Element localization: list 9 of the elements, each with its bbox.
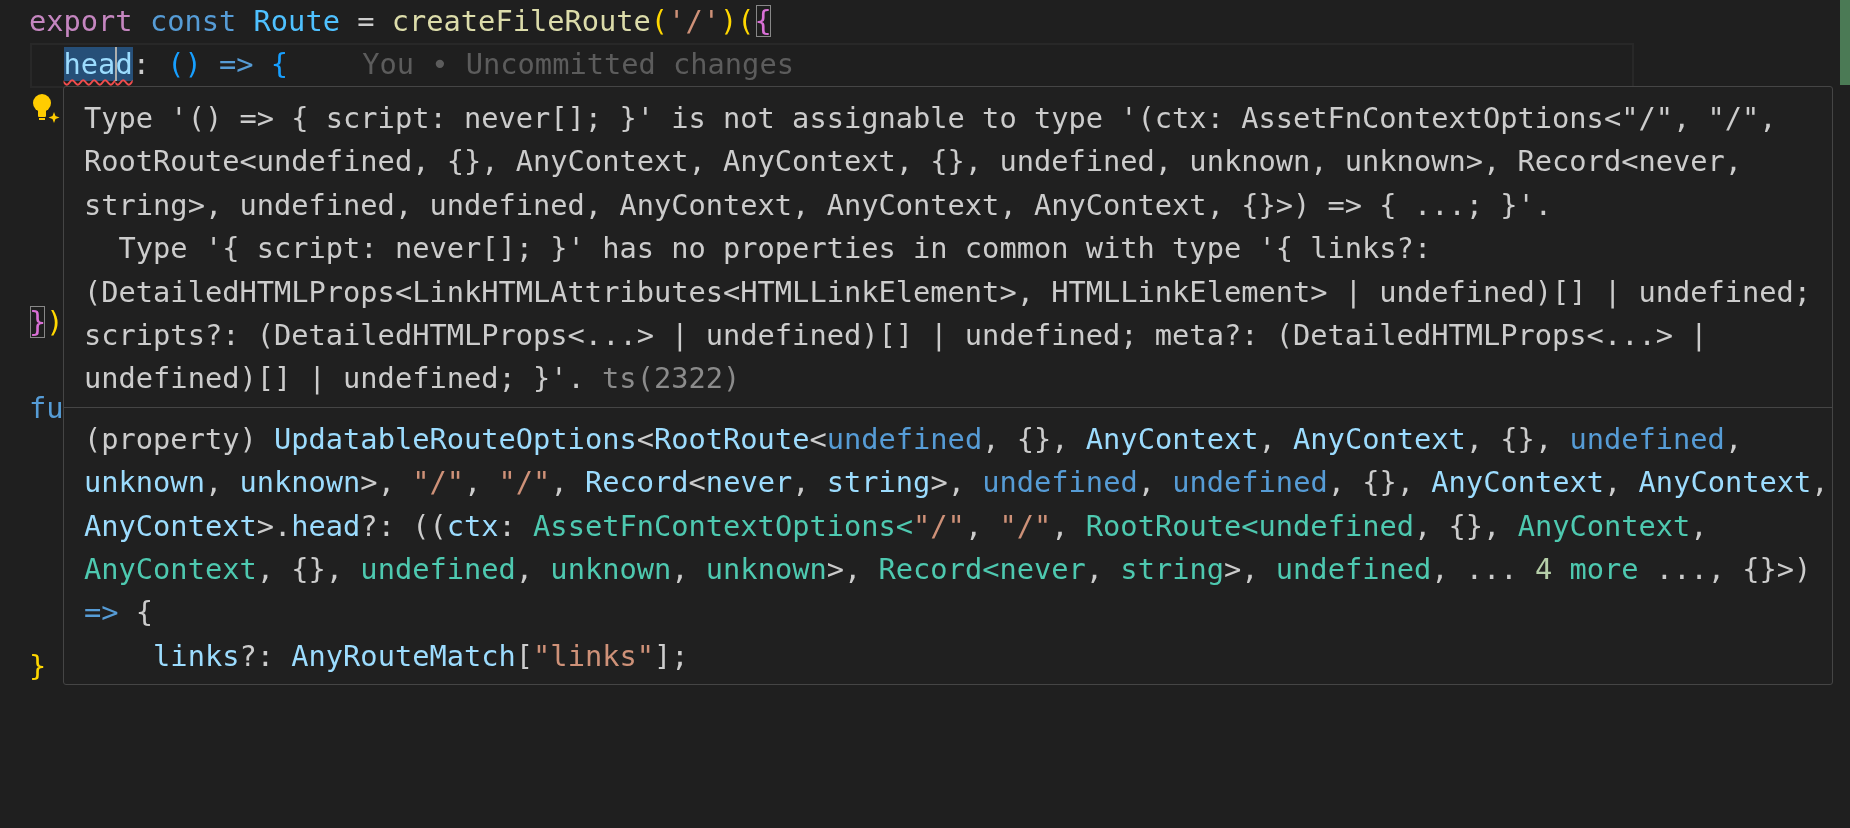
error-message: Type '() => { script: never[]; }' is not assignable to type '(ctx: AssetFnContextOptions<"/", "/", RootRoute<undefined, {}, AnyContext, AnyContext, {}, undefined, unknown, unknown>, Record<never, string>, undefined, undefined, AnyContext, AnyContext, AnyContext, {}>) => { ...; }'. Type '{ script: never[]; }' has no properties in common with type '{ links?: (DetailedHTMLProps<LinkHTMLAttributes<HTMLLinkElement>, HTMLLinkElement> | undefined)[] | undefined; scripts?: (DetailedHTMLProps<...> | undefined)[] | undefined; meta?: (DetailedHTMLProps<...> | undefined)[] | undefined; }'. ts(2322) [83,100,1813,398]
blame-annotation: You • Uncommitted changes [362,46,794,83]
lightbulb-icon[interactable] [31,91,61,124]
code-line: export const Route = createFileRoute('/')({ [29,3,772,40]
code-line: }) [29,304,64,341]
code-line: fu [29,390,64,427]
type-signature: (property) UpdatableRouteOptions<RootRoute<undefined, {}, AnyContext, AnyContext, {}, undefined, unknown, unknown>, "/", "/", Record<never, string>, undefined, undefined, {}, AnyContext, AnyContext, AnyContext>.head?: ((ctx: AssetFnContextOptions<"/", "/", RootRoute<undefined, {}, AnyContext, AnyContext, {}, undefined, unknown, unknown>, Record<never, string>, undefined, ... 4 more ..., {}>) => { links?: AnyRouteMatch["links"]; [83,420,1830,675]
code-line: head: () => { [62,46,289,83]
code-line: } [29,648,47,685]
